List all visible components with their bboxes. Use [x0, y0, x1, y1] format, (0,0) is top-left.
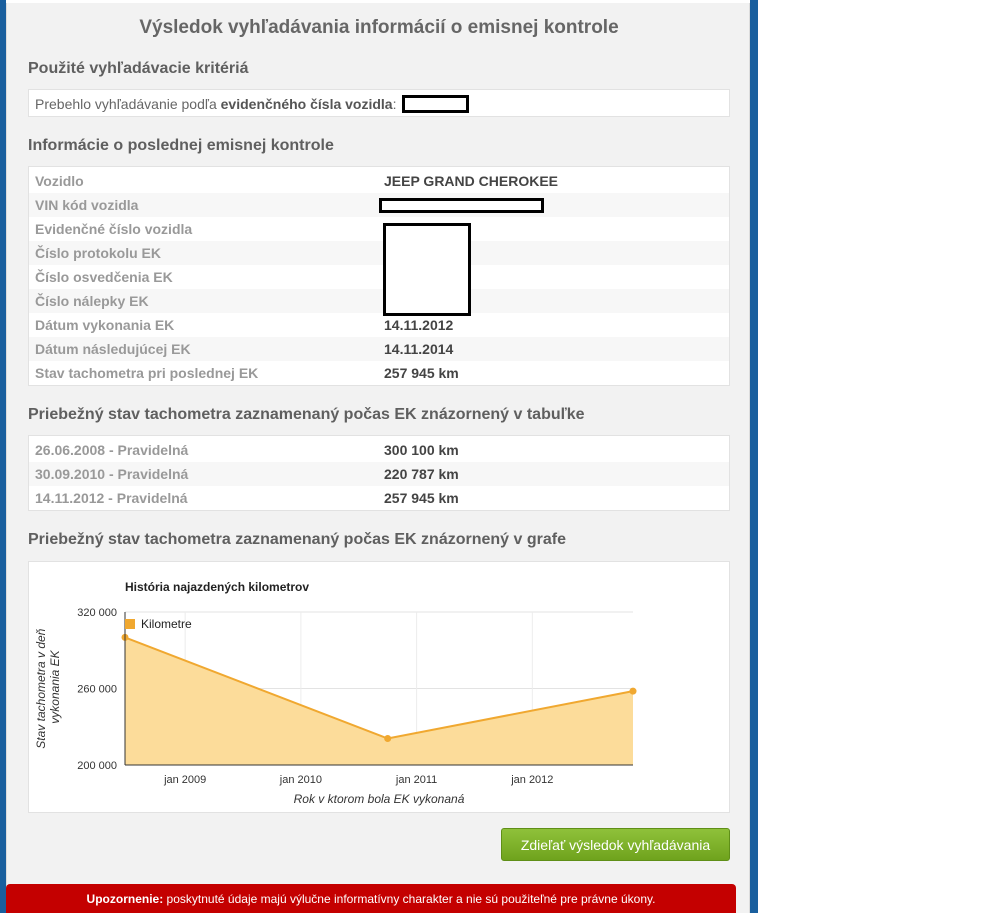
info-row-value: JEEP GRAND CHEROKEE — [384, 173, 559, 189]
panel-top-edge — [6, 0, 750, 3]
x-tick-label: jan 2010 — [279, 774, 322, 786]
data-point — [629, 687, 637, 695]
mileage-chart: História najazdených kilometrov 200 000 2… — [34, 580, 637, 806]
warning-text: poskytnuté údaje majú výlučne informatív… — [163, 892, 656, 906]
chart-title: História najazdených kilometrov — [125, 580, 309, 594]
info-row-label: Číslo nálepky EK — [35, 293, 149, 309]
redacted-plate — [402, 94, 470, 113]
info-row: Číslo protokolu EK — [29, 241, 729, 265]
last-check-table: Vozidlo JEEP GRAND CHEROKEE VIN kód vozidl… — [28, 166, 730, 386]
info-row-label: Číslo osvedčenia EK — [35, 269, 173, 285]
info-row: Stav tachometra pri poslednej EK 257 945 … — [29, 361, 729, 385]
data-point — [384, 734, 392, 742]
result-panel: Výsledok vyhľadávania informácií o emisn… — [6, 0, 750, 913]
info-row-value: 14.11.2012 — [384, 317, 454, 333]
info-row: Dátum následujúcej EK 14.11.2014 — [29, 337, 729, 361]
odometer-row-value: 220 787 km — [384, 466, 459, 482]
odometer-table: 26.06.2008 - Pravidelná 300 100 km 30.09.2… — [28, 435, 730, 511]
y-axis-label-line-1: Stav tachometra v deň — [34, 628, 48, 748]
page-title: Výsledok vyhľadávania informácií o emisn… — [139, 17, 619, 38]
series-area — [125, 637, 633, 765]
legend-label: Kilometre — [141, 617, 192, 631]
redacted-vin — [379, 198, 544, 213]
odometer-row-value: 300 100 km — [384, 442, 459, 458]
share-results-button[interactable]: Zdieľať výsledok vyhľadávania — [501, 828, 730, 861]
legend-swatch — [125, 619, 135, 629]
info-row-label: VIN kód vozidla — [35, 197, 139, 213]
info-row: Vozidlo JEEP GRAND CHEROKEE — [29, 169, 729, 193]
info-row-label: Vozidlo — [35, 173, 84, 189]
odometer-row: 26.06.2008 - Pravidelná 300 100 km — [29, 438, 729, 462]
info-row: Číslo osvedčenia EK — [29, 265, 729, 289]
y-tick-label: 260 000 — [77, 684, 117, 696]
x-axis-label: Rok v ktorom bola EK vykonaná — [294, 792, 465, 806]
y-axis-label-line-2: vykonania EK — [48, 649, 62, 723]
odometer-row-value: 257 945 km — [384, 490, 459, 506]
criteria-box: Prebehlo vyhľadávanie podľa evidenčného … — [28, 89, 730, 117]
info-row-label: Stav tachometra pri poslednej EK — [35, 365, 259, 381]
odometer-row: 14.11.2012 - Pravidelná 257 945 km — [29, 486, 729, 510]
info-row: Číslo nálepky EK — [29, 289, 729, 313]
y-tick-label: 320 000 — [77, 607, 117, 619]
y-tick-label: 200 000 — [77, 760, 117, 772]
info-row-value: 14.11.2014 — [384, 341, 454, 357]
odometer-row: 30.09.2010 - Pravidelná 220 787 km — [29, 462, 729, 486]
graph-heading: Priebežný stav tachometra zaznamenaný po… — [28, 531, 566, 548]
info-row: Evidenčné číslo vozidla — [29, 217, 729, 241]
last-check-heading: Informácie o poslednej emisnej kontrole — [28, 137, 334, 154]
info-row-value: 257 945 km — [384, 365, 459, 381]
info-row-label: Dátum vykonania EK — [35, 317, 175, 333]
x-tick-label: jan 2009 — [163, 774, 206, 786]
odometer-row-label: 26.06.2008 - Pravidelná — [35, 442, 189, 458]
odometer-table-heading: Priebežný stav tachometra zaznamenaný po… — [28, 406, 585, 423]
criteria-field: evidenčného čísla vozidla — [220, 96, 393, 112]
info-row-label: Dátum následujúcej EK — [35, 341, 191, 357]
y-axis-label: Stav tachometra v deň vykonania EK — [34, 625, 62, 748]
criteria-prefix: Prebehlo vyhľadávanie podľa — [35, 96, 217, 112]
odometer-row-label: 30.09.2010 - Pravidelná — [35, 466, 189, 482]
warning-bar: Upozornenie: poskytnuté údaje majú výluč… — [6, 884, 736, 913]
x-tick-label: jan 2012 — [510, 774, 553, 786]
criteria-heading: Použité vyhľadávacie kritériá — [28, 60, 249, 77]
info-row-label: Číslo protokolu EK — [35, 245, 161, 261]
warning-label: Upozornenie: — [86, 892, 164, 906]
redacted-identifiers — [383, 223, 471, 316]
criteria-colon: : — [392, 96, 397, 112]
info-row: Dátum vykonania EK 14.11.2012 — [29, 313, 729, 337]
chart-legend: Kilometre — [125, 617, 192, 631]
odometer-row-label: 14.11.2012 - Pravidelná — [35, 490, 188, 506]
x-tick-label: jan 2011 — [395, 774, 437, 786]
info-row-label: Evidenčné číslo vozidla — [35, 221, 193, 237]
right-frame-stripe — [750, 0, 758, 913]
chart-box: História najazdených kilometrov 200 000 2… — [28, 561, 730, 813]
